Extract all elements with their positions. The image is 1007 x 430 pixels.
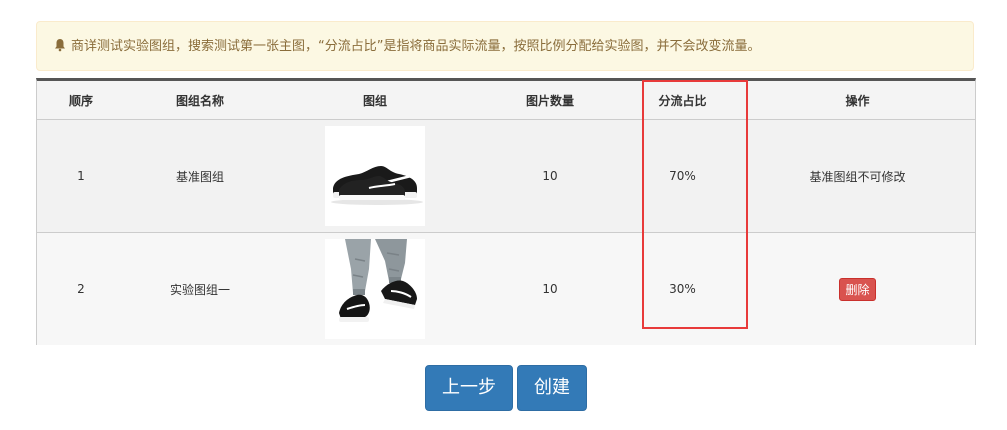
header-action: 操作: [740, 81, 975, 120]
alert-text: 商详测试实验图组，搜索测试第一张主图，“分流占比”是指将商品实际流量，按照比例分…: [71, 39, 761, 54]
cell-image-count: 10: [475, 119, 625, 233]
delete-button[interactable]: 删除: [839, 277, 876, 301]
cell-image: [275, 232, 475, 345]
header-image-count: 图片数量: [475, 81, 625, 120]
image-group-table: 顺序 图组名称 图组 图片数量 分流占比 操作 1 基准图组 10 70% 基准…: [36, 78, 976, 345]
bell-icon: [55, 39, 65, 52]
sneaker-product-image[interactable]: [325, 126, 425, 226]
info-alert: 商详测试实验图组，搜索测试第一张主图，“分流占比”是指将商品实际流量，按照比例分…: [36, 21, 974, 71]
cell-action: 删除: [740, 232, 975, 345]
table-row: 1 基准图组 10 70% 基准图组不可修改: [37, 119, 975, 233]
previous-step-button[interactable]: 上一步: [425, 365, 513, 411]
cell-order: 2: [37, 232, 125, 345]
cell-group-name: 实验图组一: [125, 232, 275, 345]
cell-group-name: 基准图组: [125, 119, 275, 233]
cell-order: 1: [37, 119, 125, 233]
cell-traffic-ratio: 30%: [625, 232, 740, 345]
header-traffic-ratio: 分流占比: [625, 81, 740, 120]
cell-traffic-ratio: 70%: [625, 119, 740, 233]
create-button[interactable]: 创建: [517, 365, 587, 411]
sneaker-on-feet-image[interactable]: [325, 239, 425, 339]
header-group-name: 图组名称: [125, 81, 275, 120]
table-row: 2 实验图组一 10 30% 删除: [37, 232, 975, 345]
cell-action-text: 基准图组不可修改: [740, 119, 975, 233]
header-order: 顺序: [37, 81, 125, 120]
cell-image: [275, 119, 475, 233]
table-header-row: 顺序 图组名称 图组 图片数量 分流占比 操作: [37, 81, 975, 120]
cell-image-count: 10: [475, 232, 625, 345]
header-image-group: 图组: [275, 81, 475, 120]
